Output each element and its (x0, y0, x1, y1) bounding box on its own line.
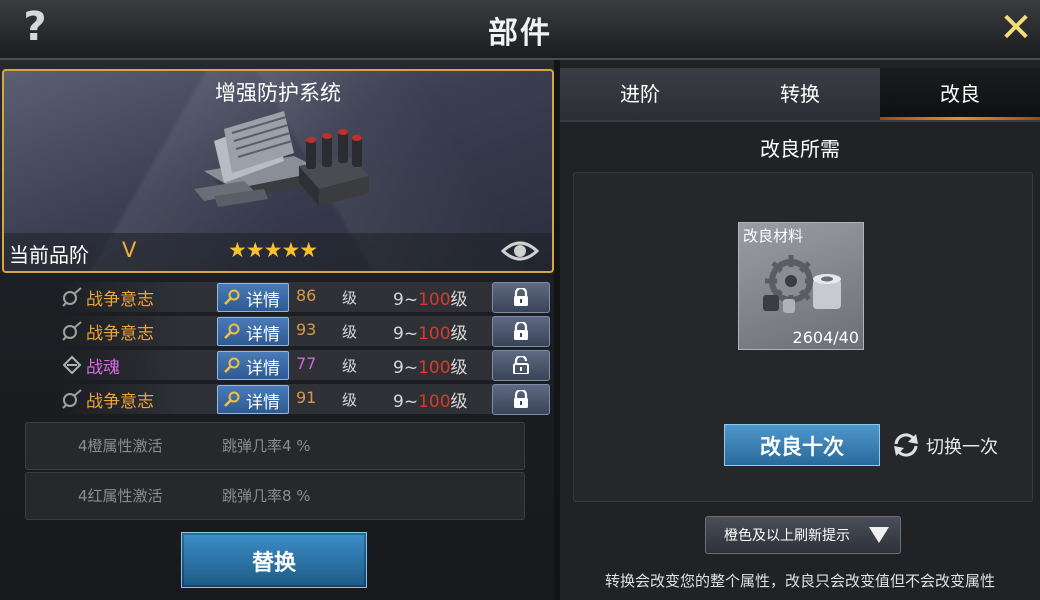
unlock-icon (513, 356, 529, 374)
improve-panel: 进阶 转换 改良 改良所需 改良材料 2604/40 改良十次 切换一次 橙色及… (560, 60, 1040, 600)
tab-underline (560, 120, 1040, 122)
range-max: 100 (418, 290, 451, 310)
activation-condition: 4红属性激活 (78, 487, 163, 505)
replace-button-label: 替换 (251, 551, 296, 576)
search-icon (224, 357, 240, 373)
attribute-level-unit: 级 (342, 357, 358, 375)
range-max: 100 (418, 324, 451, 344)
requirement-title: 改良所需 (760, 137, 840, 161)
activation-bonus-row: 4红属性激活 跳弹几率8 % (25, 472, 525, 520)
armor-module-image (194, 111, 369, 207)
attribute-name: 战争意志 (86, 392, 154, 412)
attribute-range: 9~100级 (393, 285, 468, 310)
attribute-name: 战争意志 (86, 324, 154, 344)
rarity-grade: V (122, 238, 137, 262)
range-unit: 级 (450, 324, 468, 344)
attribute-level-unit: 级 (342, 391, 358, 409)
switch-once-button[interactable]: 切换一次 (892, 431, 1012, 459)
refresh-hint-dropdown[interactable]: 橙色及以上刷新提示 (705, 516, 901, 554)
attribute-level: 86 (296, 286, 317, 305)
range-min: 9~ (393, 290, 419, 310)
lock-button[interactable] (492, 384, 550, 415)
range-max: 100 (418, 358, 451, 378)
attribute-level: 93 (296, 320, 317, 339)
detail-button[interactable]: 详情 (217, 385, 289, 414)
rarity-label: 当前品阶 (9, 243, 89, 267)
detail-button-label: 详情 (246, 393, 280, 413)
will-icon (62, 321, 82, 341)
range-min: 9~ (393, 324, 419, 344)
tab-bar: 进阶 转换 改良 (560, 68, 1040, 120)
detail-button-label: 详情 (246, 291, 280, 311)
activation-effect: 跳弹几率4 % (222, 437, 311, 455)
attribute-level: 77 (296, 354, 317, 373)
attribute-name: 战魂 (86, 358, 120, 378)
refresh-icon (894, 433, 918, 457)
attribute-range: 9~100级 (393, 319, 468, 344)
range-unit: 级 (450, 358, 468, 378)
material-slot[interactable]: 改良材料 2604/40 (738, 222, 864, 350)
switch-once-label: 切换一次 (926, 437, 998, 458)
improve-ten-times-button[interactable]: 改良十次 (724, 424, 880, 466)
activation-effect: 跳弹几率8 % (222, 487, 311, 505)
footnote: 转换会改变您的整个属性，改良只会改变值但不会改变属性 (604, 572, 995, 590)
detail-button-label: 详情 (246, 359, 280, 379)
page-title: 部件 (488, 16, 552, 51)
attribute-name: 战争意志 (86, 290, 154, 310)
header-bar: ? 部件 ✕ (0, 0, 1040, 60)
improve-ten-label: 改良十次 (760, 435, 844, 459)
range-min: 9~ (393, 392, 419, 412)
search-icon (224, 323, 240, 339)
requirement-panel: 改良材料 2604/40 改良十次 切换一次 (573, 172, 1033, 502)
rarity-row: 当前品阶 V ★★★★★ (4, 233, 552, 271)
refresh-hint-label: 橙色及以上刷新提示 (724, 528, 850, 544)
detail-button[interactable]: 详情 (217, 317, 289, 346)
tab-convert[interactable]: 转换 (720, 68, 881, 120)
attribute-level-unit: 级 (342, 289, 358, 307)
attribute-row: 战魂 详情 77 级 9~100级 (60, 350, 550, 381)
range-unit: 级 (450, 290, 468, 310)
lock-button[interactable] (492, 316, 550, 347)
detail-button[interactable]: 详情 (217, 351, 289, 380)
range-max: 100 (418, 392, 451, 412)
item-name: 增强防护系统 (215, 81, 341, 105)
item-card: 增强防护系统 当前品阶 V ★★★★★ (2, 69, 554, 273)
dropdown-arrow-icon (869, 527, 889, 543)
lock-icon (514, 390, 528, 408)
unlock-button[interactable] (492, 350, 550, 381)
material-name: 改良材料 (743, 227, 804, 245)
tab-advance[interactable]: 进阶 (560, 68, 721, 120)
replace-button[interactable]: 替换 (181, 532, 367, 588)
lock-icon (514, 322, 528, 340)
activation-condition: 4橙属性激活 (78, 437, 163, 455)
attribute-range: 9~100级 (393, 353, 468, 378)
attribute-row: 战争意志 详情 93 级 9~100级 (60, 316, 550, 347)
gears-icon (763, 255, 841, 313)
close-icon[interactable]: ✕ (996, 6, 1036, 50)
range-min: 9~ (393, 358, 419, 378)
soul-icon (62, 355, 82, 375)
search-icon (224, 391, 240, 407)
detail-button[interactable]: 详情 (217, 283, 289, 312)
eye-icon[interactable] (501, 237, 539, 265)
attribute-range: 9~100级 (393, 387, 468, 412)
star-rating: ★★★★★ (228, 238, 318, 262)
attribute-row: 战争意志 详情 91 级 9~100级 (60, 384, 550, 415)
attribute-level: 91 (296, 388, 317, 407)
search-icon (224, 289, 240, 305)
lock-button[interactable] (492, 282, 550, 313)
lock-icon (514, 288, 528, 306)
attribute-row: 战争意志 详情 86 级 9~100级 (60, 282, 550, 313)
range-unit: 级 (450, 392, 468, 412)
will-icon (62, 287, 82, 307)
detail-button-label: 详情 (246, 325, 280, 345)
activation-bonus-row: 4橙属性激活 跳弹几率4 % (25, 422, 525, 470)
attribute-level-unit: 级 (342, 323, 358, 341)
tab-improve[interactable]: 改良 (880, 68, 1040, 120)
will-icon (62, 389, 82, 409)
part-detail-panel: 增强防护系统 当前品阶 V ★★★★★ 战争意志 详情 86 级 9~100级 … (0, 60, 556, 600)
material-count: 2604/40 (792, 328, 859, 347)
